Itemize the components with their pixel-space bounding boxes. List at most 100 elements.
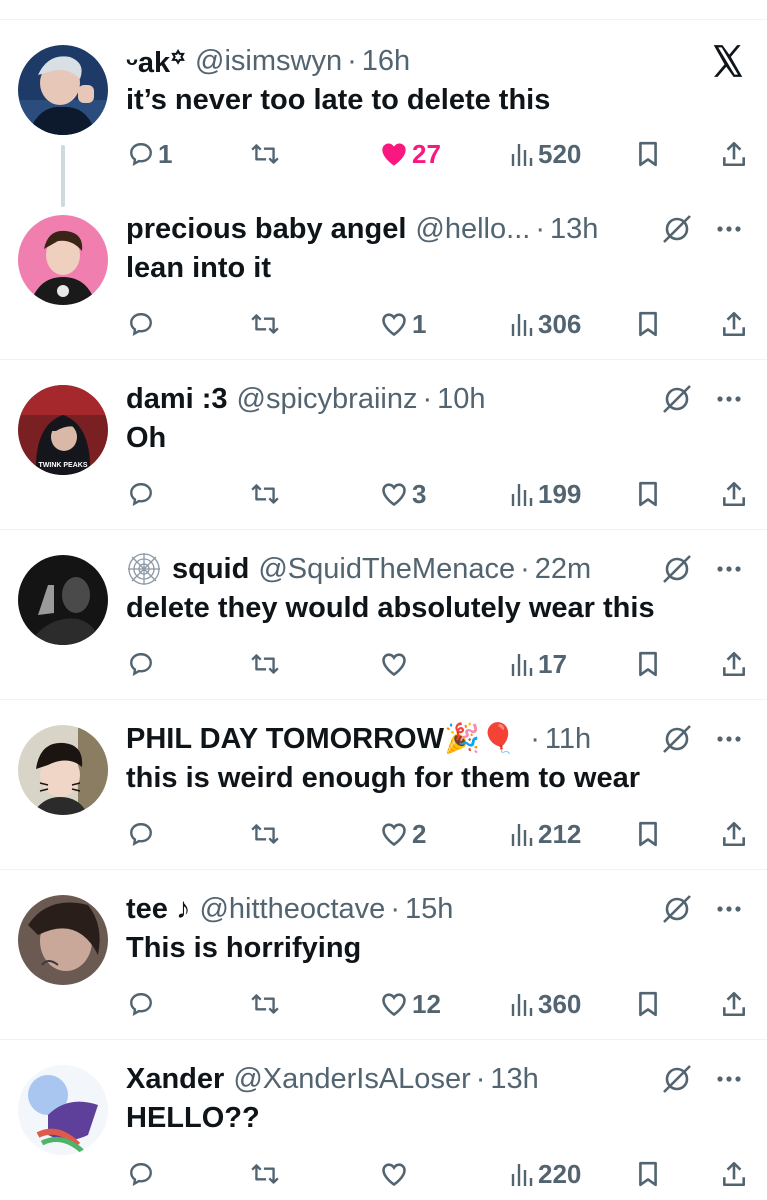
avatar[interactable] [18,725,108,815]
views-icon [511,654,533,676]
display-name[interactable]: Xander [126,1063,224,1096]
share-button[interactable] [721,138,747,170]
avatar[interactable]: TWINK PEAKS [18,385,108,475]
share-button[interactable] [721,478,747,510]
views-button[interactable]: 17 [510,648,567,680]
action-bar: 1 27 520 [0,138,767,170]
tweet-5[interactable]: tee ♪ @hittheoctave · 15h This is horrif… [0,870,767,1040]
avatar[interactable] [18,1065,108,1155]
timestamp[interactable]: 13h [550,213,598,246]
timestamp[interactable]: 11h [545,723,591,756]
handle[interactable]: @XanderIsALoser [233,1063,470,1096]
views-button[interactable]: 220 [510,1158,581,1190]
bookmark-button[interactable] [637,1158,659,1190]
like-button[interactable]: 27 [380,138,441,170]
avatar[interactable] [18,895,108,985]
display-name[interactable]: dami :3 [126,383,228,416]
grok-icon[interactable] [660,1062,694,1096]
like-button[interactable]: 2 [380,818,426,850]
views-button[interactable]: 199 [510,478,581,510]
grok-icon[interactable] [660,212,694,246]
display-name[interactable]: tee ♪ [126,893,190,926]
tweet-1[interactable]: precious baby angel @hello... · 13h lean… [0,190,767,360]
handle[interactable]: @hittheoctave [199,893,385,926]
retweet-button[interactable] [250,138,280,170]
tweet-header: dami :3 @spicybraiinz · 10h [126,381,486,417]
separator: · [535,212,545,245]
grok-icon[interactable] [660,722,694,756]
handle[interactable]: @hello... [415,213,530,246]
bookmark-button[interactable] [637,988,659,1020]
retweet-button[interactable] [250,478,280,510]
avatar[interactable] [18,215,108,305]
retweet-button[interactable] [250,988,280,1020]
grok-icon[interactable] [660,552,694,586]
reply-button[interactable] [128,478,158,510]
reply-button[interactable] [128,308,158,340]
retweet-button[interactable] [250,1158,280,1190]
avatar[interactable] [18,555,108,645]
timestamp[interactable]: 22m [535,553,591,586]
retweet-button[interactable] [250,648,280,680]
timestamp[interactable]: 10h [437,383,485,416]
retweet-icon [251,654,279,674]
display-name[interactable]: squid [172,553,249,586]
reply-button[interactable] [128,648,158,680]
handle[interactable]: @spicybraiinz [237,383,418,416]
more-icon[interactable] [712,559,746,579]
bookmark-button[interactable] [637,138,659,170]
reply-icon [130,823,152,847]
like-icon [382,143,406,166]
handle[interactable]: @isimswyn [195,45,342,78]
like-icon [382,483,406,507]
timestamp[interactable]: 15h [405,893,453,926]
avatar[interactable] [18,45,108,135]
retweet-icon [251,824,279,844]
tweet-0[interactable]: ᵕak꙳ @isimswyn · 16h it’s never too late… [0,20,767,207]
grok-icon[interactable] [660,382,694,416]
share-button[interactable] [721,988,747,1020]
handle[interactable]: @SquidTheMenace [258,553,515,586]
retweet-icon [251,1164,279,1184]
tweet-6[interactable]: Xander @XanderIsALoser · 13h HELLO?? 220 [0,1040,767,1200]
reply-button[interactable] [128,818,158,850]
like-button[interactable]: 3 [380,478,426,510]
share-button[interactable] [721,648,747,680]
views-button[interactable]: 306 [510,308,581,340]
timestamp[interactable]: 16h [362,45,410,78]
display-name[interactable]: precious baby angel [126,213,406,246]
retweet-button[interactable] [250,818,280,850]
bookmark-button[interactable] [637,818,659,850]
more-icon[interactable] [712,389,746,409]
retweet-button[interactable] [250,308,280,340]
timestamp[interactable]: 13h [490,1063,538,1096]
tweet-4[interactable]: PHIL DAY TOMORROW🎉🎈 · 11h this is weird … [0,700,767,870]
more-icon[interactable] [712,729,746,749]
reply-button[interactable]: 1 [128,138,172,170]
like-button[interactable]: 1 [380,308,426,340]
more-icon[interactable] [712,219,746,239]
bookmark-button[interactable] [637,308,659,340]
reply-icon [130,313,152,337]
share-button[interactable] [721,308,747,340]
share-button[interactable] [721,818,747,850]
bookmark-button[interactable] [637,478,659,510]
display-name[interactable]: ᵕak꙳ [126,42,186,81]
reply-button[interactable] [128,988,158,1020]
views-button[interactable]: 212 [510,818,581,850]
bookmark-button[interactable] [637,648,659,680]
share-button[interactable] [721,1158,747,1190]
like-button[interactable]: 12 [380,988,441,1020]
views-button[interactable]: 520 [510,138,581,170]
views-button[interactable]: 360 [510,988,581,1020]
like-button[interactable] [380,648,412,680]
more-icon[interactable] [712,1069,746,1089]
grok-icon[interactable] [660,892,694,926]
tweet-3[interactable]: squid @SquidTheMenace · 22m delete they … [0,530,767,700]
reply-button[interactable] [128,1158,158,1190]
views-count: 212 [538,818,582,849]
display-name[interactable]: PHIL DAY TOMORROW🎉🎈 [126,722,516,756]
tweet-2[interactable]: TWINK PEAKS dami :3 @spicybraiinz · 10h … [0,360,767,530]
more-icon[interactable] [712,899,746,919]
like-button[interactable] [380,1158,412,1190]
